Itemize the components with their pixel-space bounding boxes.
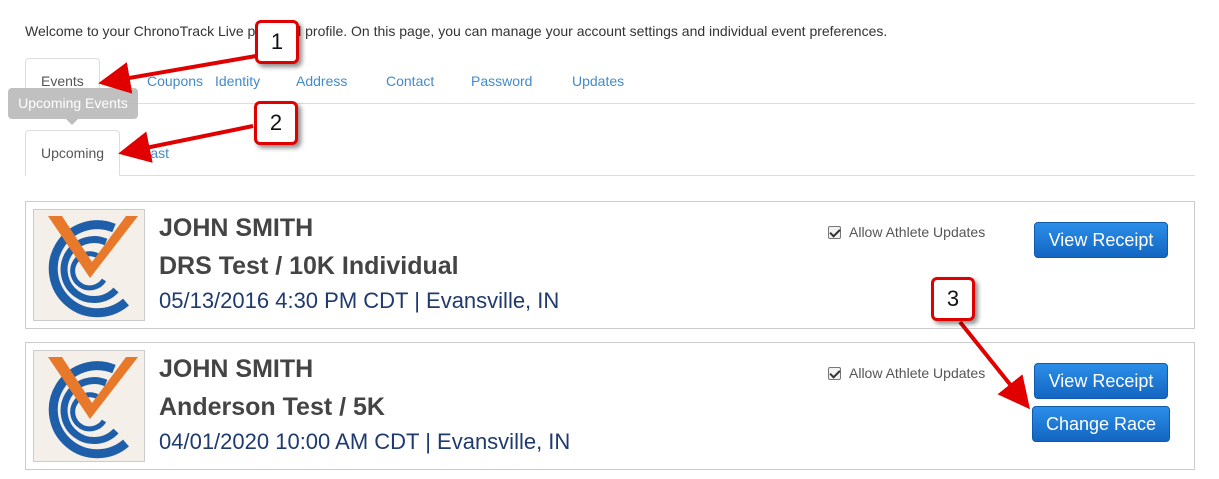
- callout-3: 3: [931, 277, 975, 321]
- callout-1-arrow: [98, 54, 257, 94]
- callout-3-arrow: [958, 320, 1031, 410]
- callout-1: 1: [255, 20, 299, 64]
- callout-arrows: [98, 54, 1031, 410]
- callout-2-arrow: [118, 124, 254, 163]
- callout-2: 2: [254, 101, 298, 145]
